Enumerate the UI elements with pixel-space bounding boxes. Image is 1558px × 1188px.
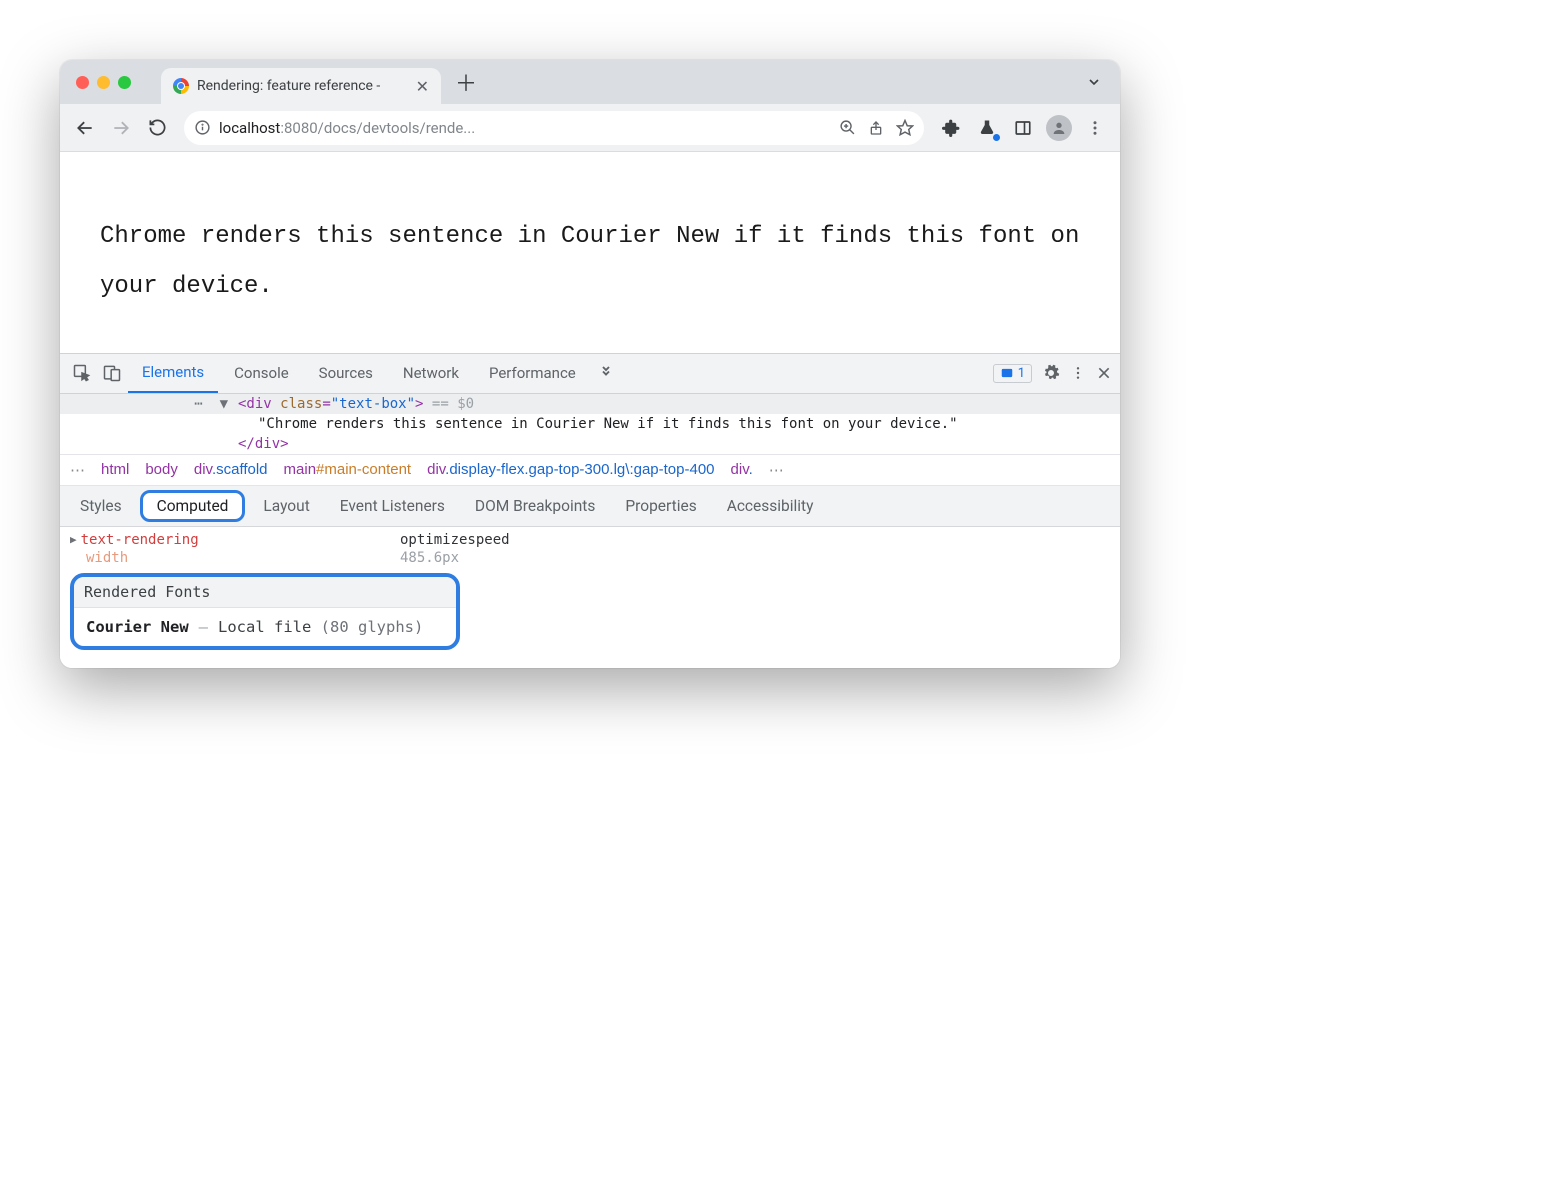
extensions-icon[interactable]	[936, 113, 966, 143]
browser-tab[interactable]: Rendering: feature reference - ✕	[161, 68, 441, 104]
more-tabs-icon[interactable]	[592, 364, 620, 382]
tab-network[interactable]: Network	[389, 354, 473, 393]
profile-avatar[interactable]	[1044, 113, 1074, 143]
tab-elements[interactable]: Elements	[128, 354, 218, 393]
breadcrumb-item[interactable]: main#main-content	[284, 461, 412, 478]
zoom-icon[interactable]	[839, 119, 856, 136]
devtools-tabbar: Elements Console Sources Network Perform…	[60, 354, 1120, 394]
device-toggle-icon[interactable]	[98, 363, 126, 383]
prop-value: optimizespeed	[400, 532, 510, 548]
separator: —	[199, 618, 208, 636]
breadcrumb-item[interactable]: div.scaffold	[194, 461, 268, 478]
close-tab-icon[interactable]: ✕	[416, 77, 429, 96]
rendered-fonts-section: Rendered Fonts Courier New — Local file …	[70, 573, 460, 650]
computed-row[interactable]: width 485.6px	[70, 549, 1110, 567]
settings-icon[interactable]	[1042, 364, 1060, 382]
element-text-row[interactable]: "Chrome renders this sentence in Courier…	[60, 414, 1120, 434]
breadcrumb-scroll-right[interactable]: ⋯	[769, 461, 784, 479]
subtab-layout[interactable]: Layout	[251, 493, 321, 519]
kebab-menu-icon[interactable]	[1070, 365, 1086, 381]
tab-performance[interactable]: Performance	[475, 354, 590, 393]
breadcrumb-item[interactable]: html	[101, 461, 129, 478]
subtab-accessibility[interactable]: Accessibility	[715, 493, 826, 519]
font-source: Local file (80 glyphs)	[218, 618, 423, 636]
reload-button[interactable]	[142, 113, 172, 143]
subtab-dom-breakpoints[interactable]: DOM Breakpoints	[463, 493, 607, 519]
omnibox-actions	[839, 119, 914, 137]
tab-console[interactable]: Console	[220, 354, 303, 393]
element-text: "Chrome renders this sentence in Courier…	[258, 416, 958, 432]
dom-breadcrumb[interactable]: ⋯ html body div.scaffold main#main-conte…	[60, 454, 1120, 486]
browser-toolbar: localhost:8080/docs/devtools/rende...	[60, 104, 1120, 152]
minimize-window-button[interactable]	[97, 76, 110, 89]
attr-name: class	[280, 396, 322, 412]
rendered-fonts-row: Courier New — Local file (80 glyphs)	[74, 608, 456, 646]
tabs-dropdown-icon[interactable]	[1086, 74, 1102, 90]
devtools-panel: Elements Console Sources Network Perform…	[60, 353, 1120, 668]
new-tab-button[interactable]: ＋	[455, 66, 477, 98]
labs-icon[interactable]	[972, 113, 1002, 143]
prop-name: width	[86, 550, 128, 566]
side-panel-icon[interactable]	[1008, 113, 1038, 143]
close-window-button[interactable]	[76, 76, 89, 89]
page-text: Chrome renders this sentence in Courier …	[100, 212, 1080, 313]
share-icon[interactable]	[868, 120, 884, 136]
forward-button[interactable]	[106, 113, 136, 143]
browser-window: Rendering: feature reference - ✕ ＋ local…	[60, 60, 1120, 668]
computed-panel: ▶ text-rendering optimizespeed width 485…	[60, 527, 1120, 668]
tab-sources[interactable]: Sources	[305, 354, 387, 393]
chrome-favicon-icon	[173, 78, 189, 94]
breadcrumb-item[interactable]: div.display-flex.gap-top-300.lg\:gap-top…	[427, 461, 714, 478]
maximize-window-button[interactable]	[118, 76, 131, 89]
subtab-event-listeners[interactable]: Event Listeners	[328, 493, 457, 519]
expand-icon[interactable]: ▶	[70, 533, 77, 546]
issues-count: 1	[1018, 366, 1025, 381]
page-viewport: Chrome renders this sentence in Courier …	[60, 152, 1120, 353]
subtab-computed[interactable]: Computed	[140, 490, 246, 522]
tab-title: Rendering: feature reference -	[197, 78, 408, 94]
menu-icon[interactable]	[1080, 113, 1110, 143]
collapse-icon[interactable]: ▼	[220, 396, 228, 412]
ellipsis-icon[interactable]: ⋯	[194, 396, 202, 412]
site-info-icon[interactable]	[194, 119, 211, 136]
issues-badge[interactable]: 1	[993, 364, 1032, 383]
tag-open: <div	[238, 396, 280, 412]
styles-subtabs: Styles Computed Layout Event Listeners D…	[60, 486, 1120, 527]
breadcrumb-scroll-left[interactable]: ⋯	[70, 461, 85, 479]
computed-row[interactable]: ▶ text-rendering optimizespeed	[70, 531, 1110, 549]
back-button[interactable]	[70, 113, 100, 143]
element-close-row[interactable]: </div>	[60, 434, 1120, 454]
subtab-styles[interactable]: Styles	[68, 493, 134, 519]
breadcrumb-item[interactable]: div.	[731, 461, 753, 478]
selection-hint: == $0	[423, 396, 474, 412]
attr-value: "text-box"	[331, 396, 415, 412]
bookmark-icon[interactable]	[896, 119, 914, 137]
subtab-properties[interactable]: Properties	[613, 493, 708, 519]
element-row-selected[interactable]: ⋯ ▼ <div class="text-box"> == $0	[60, 394, 1120, 414]
close-devtools-icon[interactable]	[1096, 365, 1112, 381]
tag-close: </div>	[238, 436, 289, 452]
prop-name: text-rendering	[81, 532, 199, 548]
rendered-fonts-heading: Rendered Fonts	[74, 577, 456, 608]
window-controls	[76, 76, 131, 89]
breadcrumb-item[interactable]: body	[145, 461, 178, 478]
url-text: localhost:8080/docs/devtools/rende...	[219, 119, 475, 137]
font-name: Courier New	[86, 618, 189, 636]
elements-tree[interactable]: ⋯ ▼ <div class="text-box"> == $0 "Chrome…	[60, 394, 1120, 454]
inspect-icon[interactable]	[68, 363, 96, 383]
address-bar[interactable]: localhost:8080/docs/devtools/rende...	[184, 111, 924, 145]
prop-value: 485.6px	[400, 550, 459, 566]
tab-strip: Rendering: feature reference - ✕ ＋	[60, 60, 1120, 104]
